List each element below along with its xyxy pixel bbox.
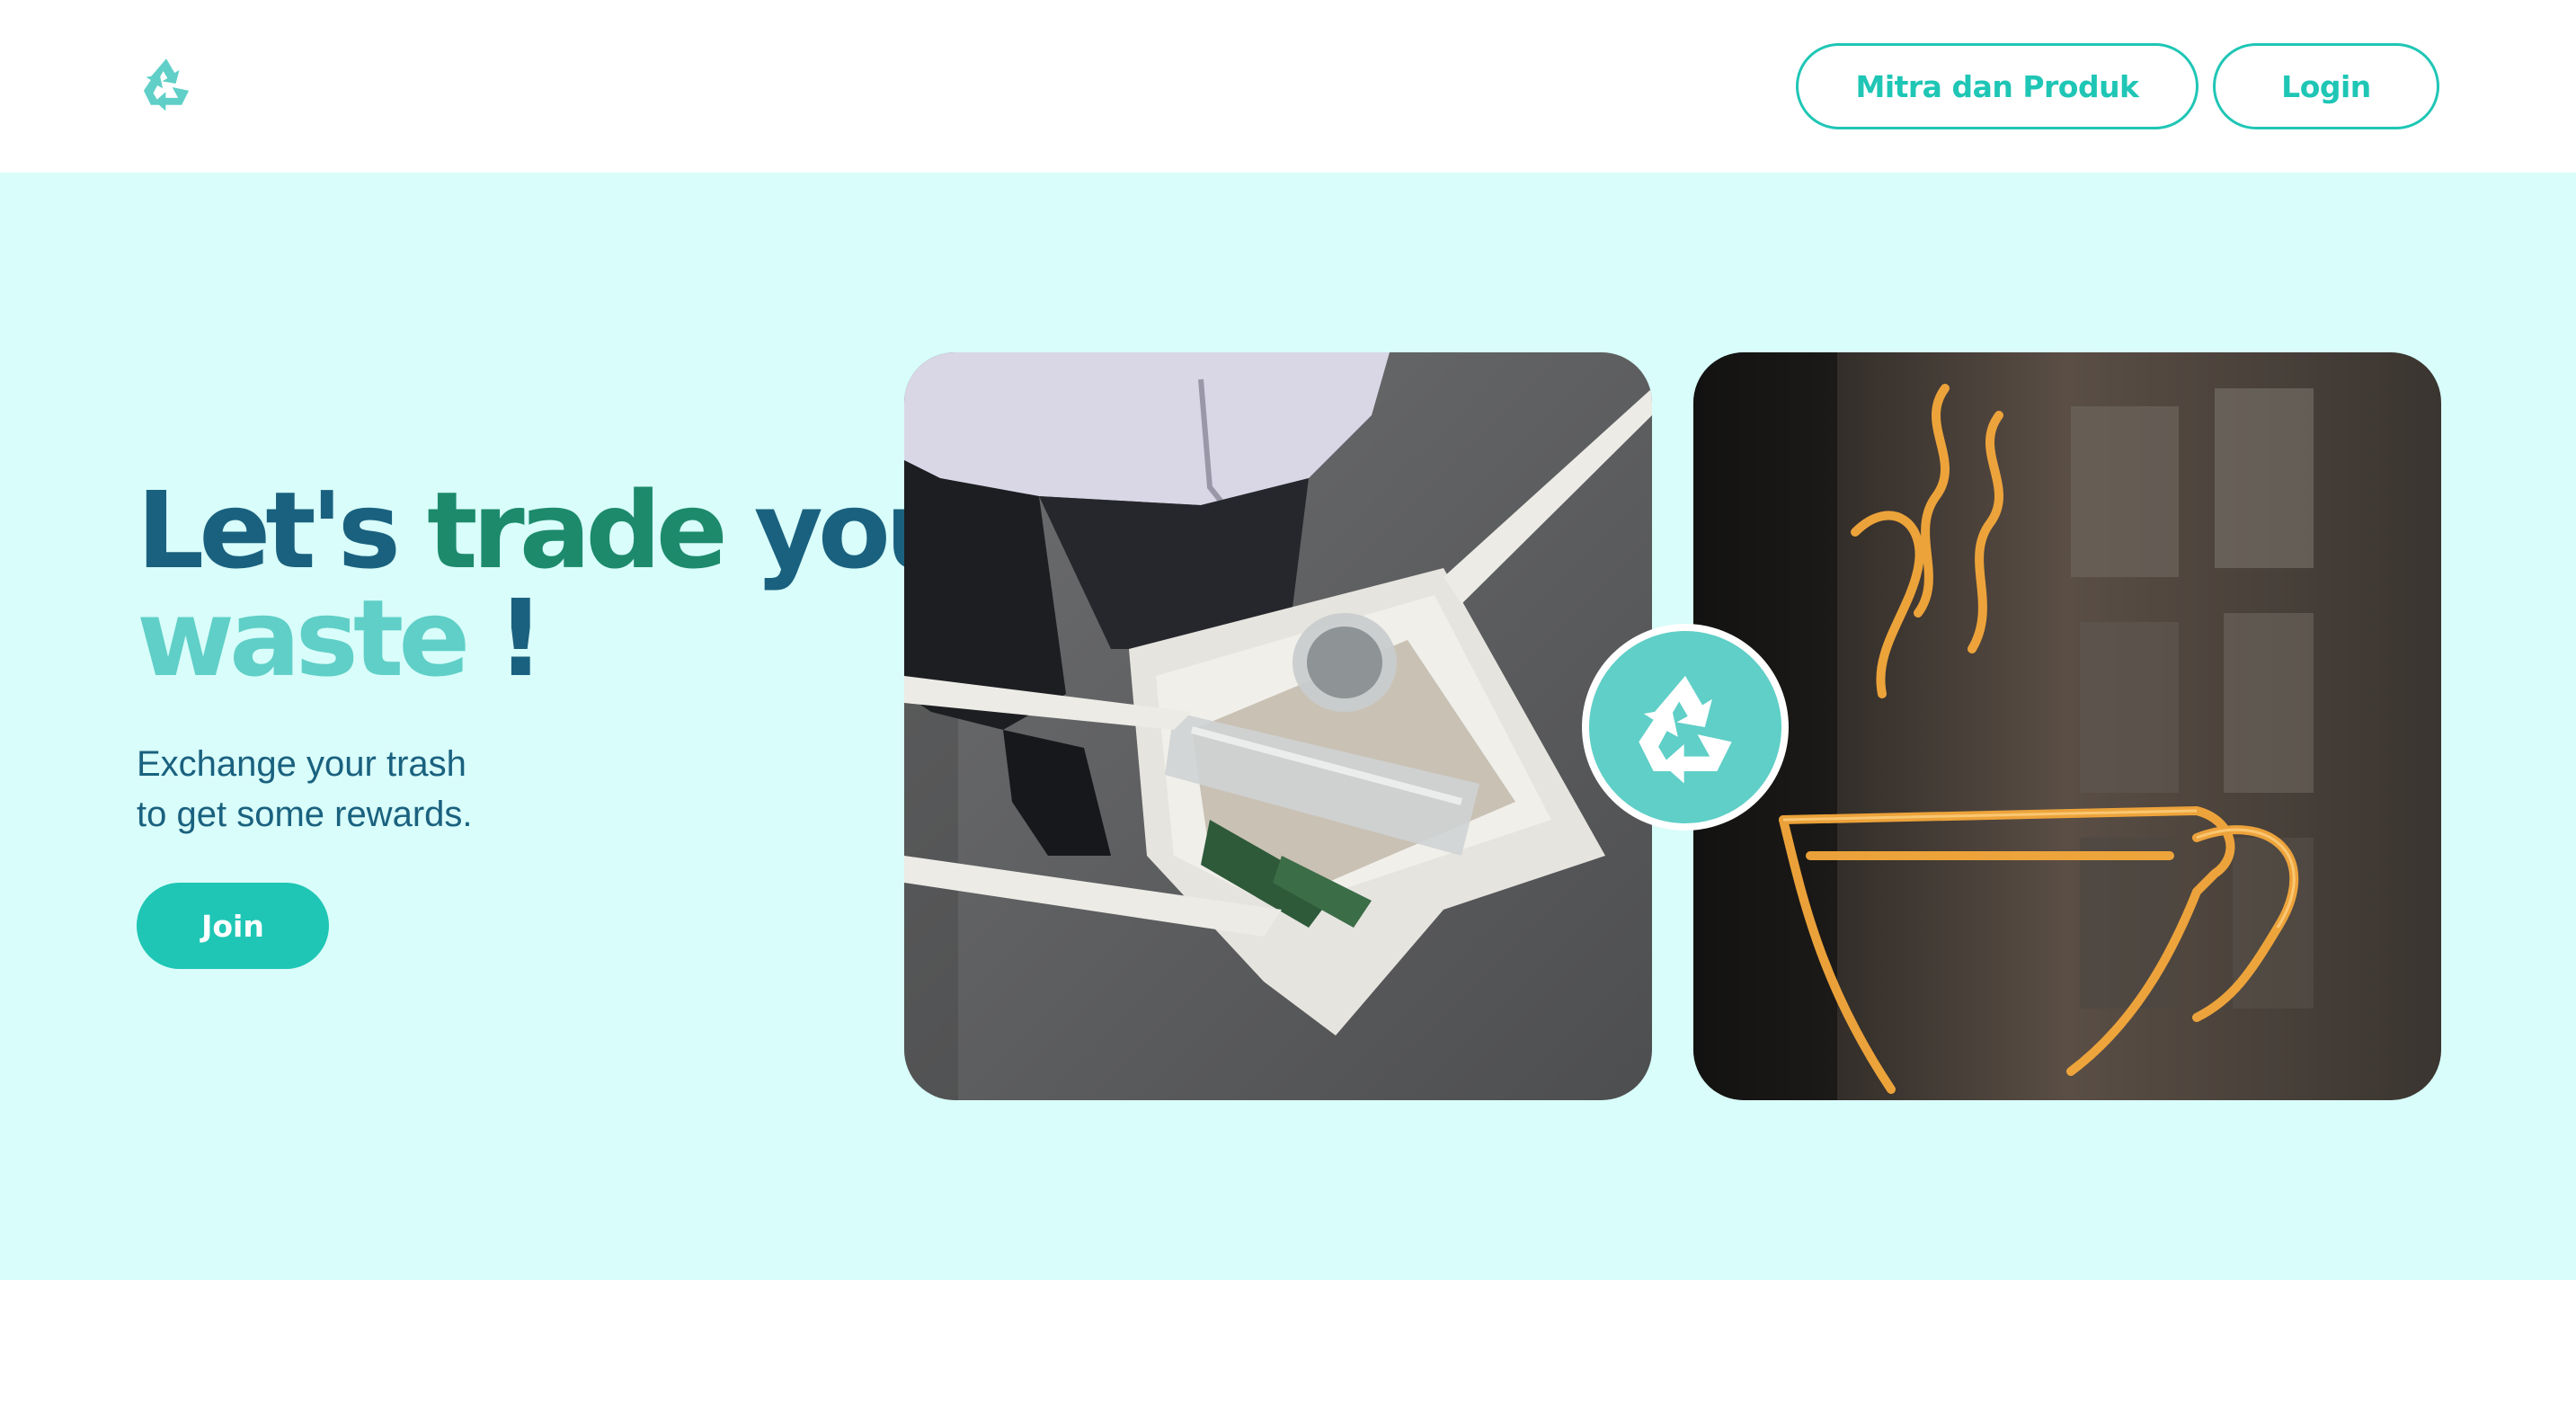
recycling-bag-photo (904, 352, 1652, 1100)
recycle-badge-icon (1582, 624, 1789, 831)
recycle-logo-icon[interactable] (137, 54, 196, 113)
login-button[interactable]: Login (2213, 43, 2439, 129)
join-button[interactable]: Join (137, 883, 329, 969)
subtitle-line-1: Exchange your trash (137, 744, 466, 784)
partners-products-button[interactable]: Mitra dan Produk (1796, 43, 2198, 129)
headline-exclamation: ! (496, 576, 545, 700)
headline-word-trade: trade (427, 468, 728, 592)
neon-coffee-photo (1693, 352, 2441, 1100)
hero-section: Let's trade your waste ! Exchange your t… (0, 173, 2576, 1280)
navbar: Mitra dan Produk Login (0, 0, 2576, 173)
subtitle-line-2: to get some rewards. (137, 795, 473, 834)
headline-word-waste: waste (137, 576, 470, 700)
headline-word-lets: Let's (137, 468, 401, 592)
hero-headline: Let's trade your waste ! (137, 476, 1008, 692)
hero-subtitle: Exchange your trash to get some rewards. (137, 739, 473, 840)
